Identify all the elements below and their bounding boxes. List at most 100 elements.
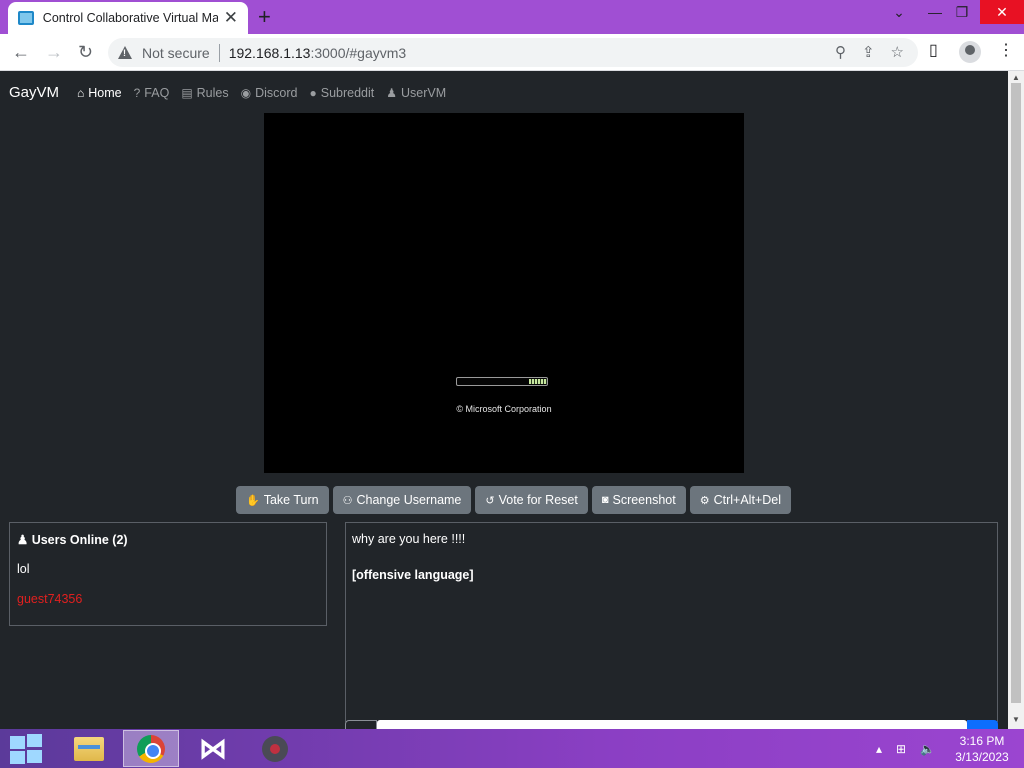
menu-icon[interactable]: ⋮ (998, 40, 1014, 60)
nav-faq-label: FAQ (144, 85, 170, 100)
bookmark-star-icon[interactable]: ☆ (891, 43, 904, 61)
vm-copyright-text: © Microsoft Corporation (456, 404, 552, 414)
omnibox-divider (218, 43, 220, 62)
chat-send-button[interactable] (967, 720, 998, 729)
nav-uservm-label: UserVM (401, 85, 447, 100)
clipboard-icon: ▤ (181, 85, 193, 100)
home-icon: ⌂ (77, 85, 85, 100)
browser-tab[interactable]: Control Collaborative Virtual Machines ✕ (8, 2, 248, 34)
scroll-down-icon[interactable]: ▼ (1012, 715, 1020, 724)
screenshot-button[interactable]: ◙ Screenshot (591, 486, 686, 514)
nav-subreddit[interactable]: ● Subreddit (309, 86, 374, 100)
side-panel-icon[interactable]: ▯ (929, 40, 938, 60)
chrome-icon (137, 734, 165, 763)
take-turn-label: Take Turn (263, 493, 319, 507)
url-path[interactable]: :3000/#gayvm3 (310, 45, 406, 61)
tab-search-icon[interactable]: ⌄ (882, 0, 916, 24)
chat-message: why are you here !!!! (352, 532, 466, 546)
taskbar-file-explorer[interactable] (61, 730, 117, 767)
tab-strip: Control Collaborative Virtual Machines ✕… (0, 0, 1024, 34)
undo-icon: ↺ (485, 494, 495, 507)
forward-icon[interactable]: → (45, 42, 63, 63)
vote-reset-label: Vote for Reset (498, 493, 578, 507)
close-window-button[interactable]: ✕ (980, 0, 1024, 24)
change-username-label: Change Username (356, 493, 462, 507)
volume-icon[interactable]: 🔈 (920, 742, 935, 756)
question-icon: ? (133, 85, 141, 100)
chat-message: [offensive language] (352, 568, 474, 582)
taskbar-chrome[interactable] (123, 730, 179, 767)
tab-title: Control Collaborative Virtual Machines (42, 11, 218, 25)
vote-reset-button[interactable]: ↺ Vote for Reset (475, 486, 588, 514)
network-icon[interactable]: ⊞ (896, 742, 906, 756)
nav-discord[interactable]: ◉ Discord (241, 86, 298, 100)
change-username-button[interactable]: ⚇ Change Username (332, 486, 472, 514)
chat-input-row (345, 720, 998, 729)
monitor-icon (18, 11, 34, 25)
taskbar-app[interactable] (247, 730, 303, 767)
clock-time: 3:16 PM (959, 734, 1005, 748)
warning-icon (118, 46, 132, 59)
page-scrollbar[interactable]: ▲ ▼ (1008, 71, 1024, 729)
user-list-item[interactable]: guest74356 (17, 592, 82, 606)
ctrl-alt-del-label: Ctrl+Alt+Del (713, 493, 781, 507)
boot-progress-bar (456, 377, 548, 386)
folder-icon (74, 736, 104, 761)
site-navbar: GayVM ⌂ Home ? FAQ ▤ Rules ◉ Discord ● S… (0, 71, 458, 114)
tray-expand-icon[interactable]: ▴ (876, 742, 882, 756)
new-tab-button[interactable]: + (258, 4, 271, 30)
taskbar-visual-studio[interactable]: ⋈ (185, 730, 241, 767)
not-secure-label[interactable]: Not secure (142, 45, 210, 61)
reload-icon[interactable]: ↻ (78, 42, 93, 63)
boot-progress-fill (529, 379, 547, 384)
users-icon: ⚇ (342, 494, 353, 507)
nav-discord-label: Discord (255, 85, 298, 100)
zoom-icon[interactable]: ⚲ (835, 43, 846, 61)
chat-panel: why are you here !!!! [offensive languag… (345, 522, 998, 722)
system-tray: ▴ ⊞ 🔈 (876, 742, 935, 756)
taskbar-clock[interactable]: 3:16 PM 3/13/2023 (950, 733, 1014, 765)
taskbar: ⋈ ▴ ⊞ 🔈 3:16 PM 3/13/2023 (0, 729, 1024, 768)
chat-options-button[interactable] (345, 720, 377, 729)
screenshot-label: Screenshot (612, 493, 676, 507)
nav-rules[interactable]: ▤ Rules (181, 86, 228, 100)
page-content: GayVM ⌂ Home ? FAQ ▤ Rules ◉ Discord ● S… (0, 71, 1008, 729)
user-icon: ♟ (386, 85, 398, 100)
address-bar[interactable]: Not secure 192.168.1.13 :3000/#gayvm3 ⚲ … (108, 38, 918, 67)
close-tab-icon[interactable]: ✕ (224, 8, 238, 28)
scroll-up-icon[interactable]: ▲ (1012, 73, 1020, 82)
nav-faq[interactable]: ? FAQ (134, 86, 170, 100)
restore-button[interactable]: ❐ (945, 0, 979, 24)
camera-icon: ◙ (601, 494, 609, 506)
users-online-label: Users Online (2) (31, 533, 128, 547)
ctrl-alt-del-button[interactable]: ⚙ Ctrl+Alt+Del (689, 486, 791, 514)
nav-subreddit-label: Subreddit (320, 85, 375, 100)
site-brand[interactable]: GayVM (9, 84, 59, 101)
profile-avatar[interactable] (959, 41, 981, 63)
url-host[interactable]: 192.168.1.13 (229, 45, 311, 61)
nav-uservm[interactable]: ♟ UserVM (386, 86, 446, 100)
nav-home-label: Home (88, 85, 122, 100)
clock-date: 3/13/2023 (955, 750, 1009, 764)
share-icon[interactable]: ⇪ (862, 43, 875, 61)
chat-input[interactable] (377, 720, 967, 729)
back-icon[interactable]: ← (12, 42, 30, 63)
hand-icon: ✋ (246, 494, 260, 507)
vm-controls: ✋ Take Turn ⚇ Change Username ↺ Vote for… (236, 486, 791, 514)
app-icon (262, 735, 288, 762)
gear-icon: ⚙ (699, 494, 710, 507)
vm-display[interactable]: © Microsoft Corporation (264, 113, 744, 473)
browser-toolbar: ← → ↻ Not secure 192.168.1.13 :3000/#gay… (0, 34, 1024, 71)
user-icon: ♟ (17, 533, 29, 547)
visual-studio-icon: ⋈ (199, 733, 227, 764)
take-turn-button[interactable]: ✋ Take Turn (236, 486, 329, 514)
nav-home[interactable]: ⌂ Home (77, 86, 122, 100)
discord-icon: ◉ (240, 85, 252, 100)
nav-rules-label: Rules (196, 85, 229, 100)
user-list-item[interactable]: lol (17, 562, 30, 576)
reddit-icon: ● (309, 85, 317, 100)
users-online-panel: ♟ Users Online (2) lol guest74356 (9, 522, 327, 626)
scroll-thumb[interactable] (1011, 83, 1021, 703)
users-online-title: ♟ Users Online (2) (17, 532, 128, 547)
start-button[interactable] (10, 734, 44, 764)
